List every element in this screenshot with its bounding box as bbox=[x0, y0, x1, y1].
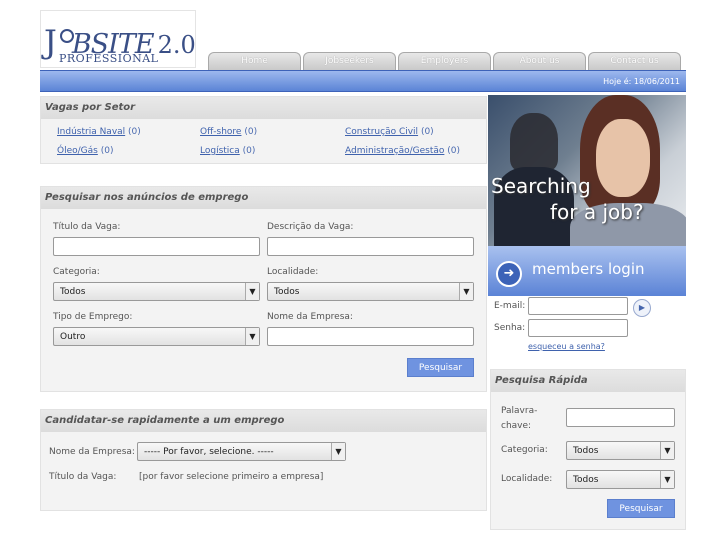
sector-link[interactable]: Logística (0) bbox=[200, 146, 255, 156]
quick-apply-panel: Candidatar-se rapidamente a um emprego N… bbox=[40, 409, 487, 511]
location-label: Localidade: bbox=[267, 267, 319, 277]
apply-job-title-label: Título da Vaga: bbox=[49, 472, 117, 482]
search-button[interactable]: Pesquisar bbox=[407, 358, 474, 377]
password-input[interactable] bbox=[528, 319, 628, 337]
logo-o-icon bbox=[60, 29, 74, 43]
company-name-label: Nome da Empresa: bbox=[267, 312, 353, 322]
chevron-down-icon: ▼ bbox=[245, 328, 259, 345]
tab-jobseekers[interactable]: Jobseekers bbox=[303, 52, 396, 70]
header-bar: Hoje é: 18/06/2011 bbox=[40, 70, 686, 92]
chevron-down-icon: ▼ bbox=[660, 442, 674, 459]
job-title-input[interactable] bbox=[53, 237, 260, 256]
main-nav: Home Jobseekers Employers About us Conta… bbox=[208, 52, 681, 70]
play-arrow-icon[interactable]: ▶ bbox=[633, 299, 651, 317]
chevron-down-icon: ▼ bbox=[660, 471, 674, 488]
sector-link[interactable]: Off-shore (0) bbox=[200, 127, 257, 137]
sectors-title: Vagas por Setor bbox=[41, 97, 486, 119]
job-search-panel: Pesquisar nos anúncios de emprego Título… bbox=[40, 186, 487, 392]
hero-banner: Searching for a job? bbox=[488, 95, 686, 246]
chevron-down-icon: ▼ bbox=[245, 283, 259, 300]
hero-line-2: for a job? bbox=[550, 200, 644, 224]
arrow-circle-icon: ➜ bbox=[496, 261, 522, 287]
current-date: Hoje é: 18/06/2011 bbox=[603, 77, 680, 86]
apply-job-title-hint: [por favor selecione primeiro a empresa] bbox=[139, 472, 324, 482]
category-select[interactable]: Todos ▼ bbox=[53, 282, 260, 301]
chevron-down-icon: ▼ bbox=[331, 443, 345, 460]
tab-contact-us[interactable]: Contact us bbox=[588, 52, 681, 70]
hero-man-figure bbox=[510, 113, 558, 171]
sector-link[interactable]: Óleo/Gás (0) bbox=[57, 146, 113, 156]
tab-about-us[interactable]: About us bbox=[493, 52, 586, 70]
logo-tagline: PROFESSIONAL bbox=[59, 52, 159, 65]
quick-apply-title: Candidatar-se rapidamente a um emprego bbox=[41, 410, 486, 432]
tab-home[interactable]: Home bbox=[208, 52, 301, 70]
chevron-down-icon: ▼ bbox=[459, 283, 473, 300]
email-input[interactable] bbox=[528, 297, 628, 315]
members-login-title: members login bbox=[532, 260, 645, 278]
quick-location-label: Localidade: bbox=[501, 474, 553, 484]
category-label: Categoria: bbox=[53, 267, 100, 277]
keyword-label: Palavra- chave: bbox=[501, 406, 538, 431]
sectors-panel: Vagas por Setor Indústria Naval (0) Off-… bbox=[40, 96, 487, 164]
job-type-label: Tipo de Emprego: bbox=[53, 312, 133, 322]
email-label: E-mail: bbox=[494, 301, 526, 311]
site-logo[interactable]: J BSITE 2.0 PROFESSIONAL bbox=[40, 10, 196, 68]
keyword-input[interactable] bbox=[566, 408, 675, 427]
job-description-label: Descrição da Vaga: bbox=[267, 222, 354, 232]
hero-line-1: Searching bbox=[491, 174, 591, 198]
hero-woman-face bbox=[596, 119, 650, 197]
quick-search-panel: Pesquisa Rápida Palavra- chave: Categori… bbox=[490, 369, 686, 530]
job-title-label: Título da Vaga: bbox=[53, 222, 121, 232]
quick-category-label: Categoria: bbox=[501, 445, 548, 455]
password-label: Senha: bbox=[494, 323, 526, 333]
quick-search-title: Pesquisa Rápida bbox=[491, 370, 685, 392]
sector-link[interactable]: Construção Civil (0) bbox=[345, 127, 434, 137]
sector-link[interactable]: Indústria Naval (0) bbox=[57, 127, 141, 137]
apply-company-select[interactable]: ----- Por favor, selecione. ----- ▼ bbox=[137, 442, 346, 461]
job-search-title: Pesquisar nos anúncios de emprego bbox=[41, 187, 486, 209]
quick-search-button[interactable]: Pesquisar bbox=[607, 499, 675, 518]
apply-company-label: Nome da Empresa: bbox=[49, 447, 135, 457]
quick-category-select[interactable]: Todos ▼ bbox=[566, 441, 675, 460]
location-select[interactable]: Todos ▼ bbox=[267, 282, 474, 301]
job-description-input[interactable] bbox=[267, 237, 474, 256]
tab-employers[interactable]: Employers bbox=[398, 52, 491, 70]
company-name-input[interactable] bbox=[267, 327, 474, 346]
job-type-select[interactable]: Outro ▼ bbox=[53, 327, 260, 346]
forgot-password-link[interactable]: esqueceu a senha? bbox=[528, 342, 605, 351]
quick-location-select[interactable]: Todos ▼ bbox=[566, 470, 675, 489]
sector-link[interactable]: Administração/Gestão (0) bbox=[345, 146, 460, 156]
members-login-header: ➜ members login bbox=[488, 246, 686, 296]
